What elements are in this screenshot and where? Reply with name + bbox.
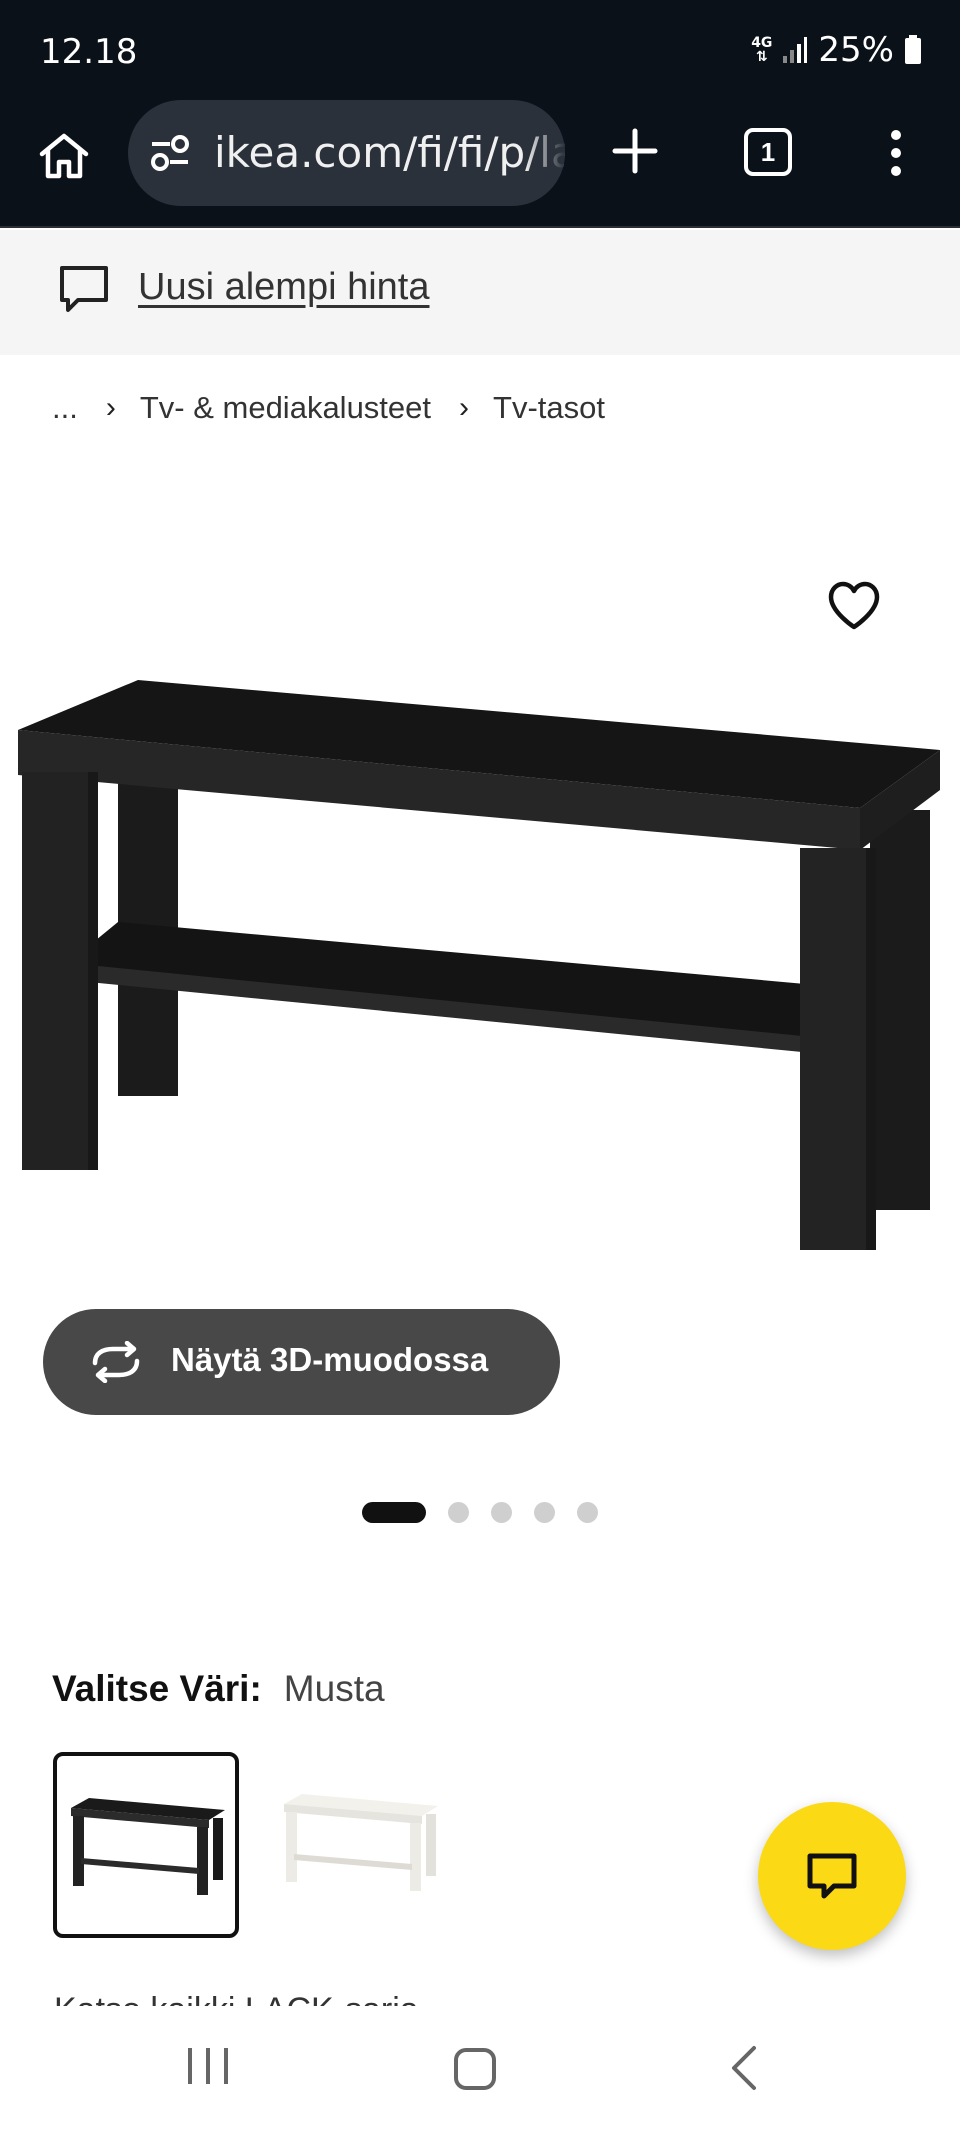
series-link[interactable]: Katso kaikki LACK-sarja <box>54 1988 419 2006</box>
signal-icon <box>783 37 808 63</box>
system-nav-bar <box>0 2008 960 2133</box>
product-image[interactable] <box>10 660 950 1290</box>
new-tab-icon[interactable] <box>612 128 658 174</box>
white-bench-thumbnail <box>284 1794 438 1891</box>
color-label: Valitse Väri: <box>52 1668 262 1709</box>
view-3d-label: Näytä 3D-muodossa <box>171 1341 489 1378</box>
breadcrumb-item-ellipsis[interactable]: ... <box>52 390 78 426</box>
status-time: 12.18 <box>40 32 138 72</box>
home-icon[interactable] <box>38 130 90 182</box>
status-indicators: 4G ⇅ 25% <box>751 30 922 70</box>
url-fade <box>525 100 565 206</box>
black-bench-thumbnail <box>71 1798 225 1895</box>
browser-toolbar: ikea.com/fi/fi/p/lack 1 <box>0 100 960 228</box>
battery-icon <box>905 35 921 64</box>
breadcrumb: ... › Tv- & mediakalusteet › Tv-tasot <box>52 390 605 426</box>
heart-icon[interactable] <box>826 580 882 632</box>
color-option-black[interactable] <box>53 1752 239 1938</box>
address-bar[interactable]: ikea.com/fi/fi/p/lack <box>128 100 565 206</box>
breadcrumb-item-tv-media[interactable]: Tv- & mediakalusteet <box>140 390 431 426</box>
tab-switcher-button[interactable]: 1 <box>744 128 792 176</box>
color-value: Musta <box>283 1668 385 1709</box>
carousel-dot[interactable] <box>448 1502 469 1523</box>
chevron-right-icon: › <box>105 391 116 424</box>
carousel-dot[interactable] <box>534 1502 555 1523</box>
carousel-dot[interactable] <box>362 1502 426 1523</box>
home-nav-icon[interactable] <box>454 2048 496 2090</box>
view-3d-button[interactable]: Näytä 3D-muodossa <box>43 1309 560 1415</box>
battery-percent: 25% <box>818 30 894 70</box>
status-bar: 12.18 4G ⇅ 25% <box>0 0 960 100</box>
chevron-right-icon: › <box>459 391 470 424</box>
image-carousel-dots <box>362 1502 598 1523</box>
url-text[interactable]: ikea.com/fi/fi/p/lack <box>214 128 565 177</box>
network-label: 4G <box>751 35 773 51</box>
lower-price-link[interactable]: Uusi alempi hinta <box>138 266 429 309</box>
breadcrumb-item-tv-tables[interactable]: Tv-tasot <box>493 390 605 426</box>
color-option-white[interactable] <box>270 1752 456 1938</box>
more-menu-icon[interactable] <box>884 130 908 176</box>
speech-bubble-icon <box>60 266 108 312</box>
rotate-3d-icon <box>92 1341 140 1383</box>
promo-banner: Uusi alempi hinta <box>0 230 960 355</box>
carousel-dot[interactable] <box>577 1502 598 1523</box>
color-selection-label: Valitse Väri: Musta <box>52 1668 385 1710</box>
recent-apps-icon[interactable] <box>186 2044 230 2088</box>
network-arrows: ⇅ <box>755 49 768 65</box>
chat-button[interactable] <box>758 1802 906 1950</box>
back-icon[interactable] <box>728 2044 760 2092</box>
site-settings-icon[interactable] <box>150 134 190 172</box>
chat-icon <box>807 1853 857 1899</box>
carousel-dot[interactable] <box>491 1502 512 1523</box>
network-icon: 4G ⇅ <box>751 36 772 64</box>
